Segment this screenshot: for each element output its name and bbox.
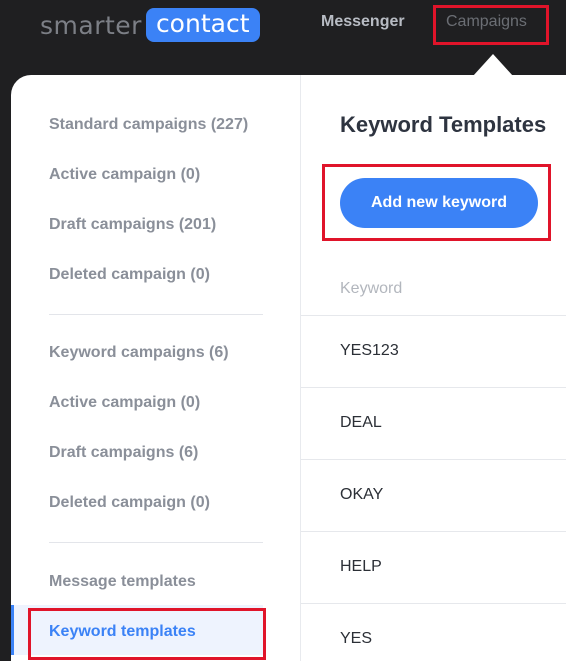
logo-text-smarter: smarter [40, 10, 142, 40]
table-row[interactable]: YES123 [301, 315, 566, 387]
smarter-contact-logo[interactable]: smarter contact [40, 8, 260, 42]
table-row[interactable]: OKAY [301, 459, 566, 531]
keyword-templates-highlight-box [28, 608, 266, 660]
menu-standard-draft-campaigns[interactable]: Draft campaigns (201) [49, 216, 216, 234]
menu-divider [49, 314, 263, 315]
table-row[interactable]: HELP [301, 531, 566, 603]
menu-message-templates[interactable]: Message templates [49, 573, 196, 591]
keyword-cell: OKAY [340, 486, 384, 503]
menu-divider [49, 542, 263, 543]
table-row[interactable]: DEAL [301, 387, 566, 459]
page-title: Keyword Templates [340, 112, 547, 137]
menu-keyword-draft-campaigns[interactable]: Draft campaigns (6) [49, 444, 198, 462]
menu-active-indicator [11, 605, 14, 655]
table-row[interactable]: YES [301, 603, 566, 661]
top-navigation: smarter contact Messenger Campaigns [0, 0, 566, 60]
campaigns-menu: Standard campaigns (227) Active campaign… [11, 75, 301, 661]
logo-text-contact: contact [145, 8, 260, 42]
campaigns-dropdown-panel: Standard campaigns (227) Active campaign… [11, 75, 566, 661]
campaigns-highlight-box [433, 5, 549, 45]
menu-standard-active-campaign[interactable]: Active campaign (0) [49, 166, 200, 184]
menu-keyword-active-campaign[interactable]: Active campaign (0) [49, 394, 200, 412]
menu-keyword-deleted-campaign[interactable]: Deleted campaign (0) [49, 494, 210, 512]
menu-keyword-campaigns[interactable]: Keyword campaigns (6) [49, 344, 229, 362]
keyword-cell: YES [340, 630, 373, 647]
keyword-templates-content: Keyword Templates Add new keyword Keywor… [301, 75, 566, 661]
nav-messenger[interactable]: Messenger [321, 13, 405, 31]
keyword-cell: HELP [340, 558, 382, 575]
dropdown-caret [473, 54, 513, 76]
add-new-keyword-button[interactable]: Add new keyword [340, 178, 538, 228]
menu-standard-deleted-campaign[interactable]: Deleted campaign (0) [49, 266, 210, 284]
keyword-cell: YES123 [340, 342, 399, 359]
keyword-cell: DEAL [340, 414, 382, 431]
menu-standard-campaigns[interactable]: Standard campaigns (227) [49, 116, 248, 134]
keyword-column-header: Keyword [340, 280, 403, 297]
